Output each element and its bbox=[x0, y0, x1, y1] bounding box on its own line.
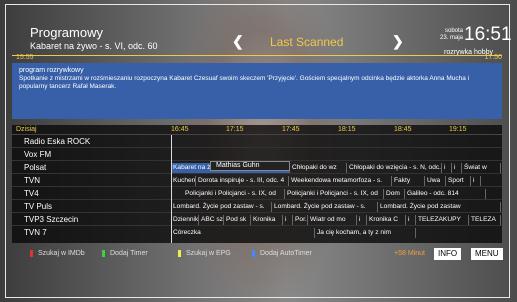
program-cell[interactable]: Policjanki i Policjanci - s. IX, od bbox=[184, 189, 285, 199]
channel-row[interactable]: TVN 7 Córeczka Ja cię kocham, a ty z nim bbox=[12, 227, 502, 239]
header: Programowy Kabaret na żywo - s. VI, odc.… bbox=[6, 5, 512, 61]
channel-row[interactable]: Vox FM bbox=[12, 149, 502, 161]
program-cell[interactable]: TELEZA bbox=[470, 215, 501, 225]
time-header: Dzisiaj 16:45 17:15 17:45 18:15 18:45 19… bbox=[12, 125, 502, 135]
program-cell[interactable]: Pod sk bbox=[225, 215, 251, 225]
program-cell[interactable]: Kronika C bbox=[368, 215, 406, 225]
program-cell[interactable]: Fakty bbox=[393, 176, 425, 186]
program-cell[interactable]: Por. bbox=[294, 215, 308, 225]
program-cell[interactable]: Dorota inspiruje - s. III, odc. 4 bbox=[197, 176, 289, 186]
start-time: 15:55 bbox=[16, 54, 34, 61]
channel-row[interactable]: TVN Kuchen Dorota inspiruje - s. III, od… bbox=[12, 175, 502, 187]
end-time: 17:50 bbox=[484, 54, 502, 61]
program-cell[interactable]: i bbox=[358, 215, 367, 225]
program-cell[interactable]: Policjanki i Policjanci - s. IX, od bbox=[286, 189, 384, 199]
program-cell[interactable]: i bbox=[453, 163, 462, 173]
channel-row[interactable]: Radio Eska ROCK bbox=[12, 136, 502, 148]
tooltip: Mathias Guhn bbox=[210, 161, 290, 171]
program-cell[interactable]: Ja cię kocham, a ty z nim bbox=[316, 228, 416, 238]
channel-name: TV4 bbox=[24, 189, 39, 198]
time-tick: 18:15 bbox=[338, 126, 356, 133]
channel-row[interactable]: TVP3 Szczecin Dziennik ABC sz Pod sk Kro… bbox=[12, 214, 502, 226]
program-cell[interactable]: Chłopaki do wzięcia - s. N, odc. bbox=[348, 163, 442, 173]
channel-name: Vox FM bbox=[24, 150, 52, 159]
channel-name: TV Puls bbox=[24, 202, 53, 211]
program-cell[interactable]: i bbox=[284, 215, 293, 225]
program-cell[interactable]: Wiatr od mo bbox=[309, 215, 357, 225]
program-cell[interactable]: Galileo - odc. 814 bbox=[406, 189, 486, 199]
program-cell[interactable]: Chłopaki do wz bbox=[291, 163, 347, 173]
program-cell[interactable]: Uwa bbox=[426, 176, 446, 186]
screen: Programowy Kabaret na żywo - s. VI, odc.… bbox=[0, 0, 517, 302]
epg-grid: Dzisiaj 16:45 17:15 17:45 18:15 18:45 19… bbox=[12, 125, 502, 243]
channel-row[interactable]: TV4 Policjanki i Policjanci - s. IX, od … bbox=[12, 188, 502, 200]
yellow-key-label[interactable]: Szukaj w EPG bbox=[178, 250, 231, 257]
current-time-line bbox=[171, 135, 172, 243]
description-text: Spotkanie z mistrzami w rozśmieszaniu ro… bbox=[19, 75, 470, 90]
program-cell[interactable]: Lombard. Życie pod zastaw - s. bbox=[273, 202, 378, 212]
clock: 16:51 bbox=[464, 24, 512, 45]
program-cell[interactable]: Dom bbox=[385, 189, 405, 199]
description-category: program rozrywkowy bbox=[19, 67, 84, 74]
program-cell[interactable]: Świat w bbox=[463, 163, 501, 173]
program-title: Programowy bbox=[30, 25, 103, 40]
program-cell[interactable]: TELEZAKUPY bbox=[417, 215, 469, 225]
time-tick: 17:15 bbox=[226, 126, 244, 133]
nav-prev-arrow-icon[interactable]: ❮ bbox=[232, 33, 244, 50]
info-button[interactable]: INFO bbox=[434, 248, 462, 260]
time-tick: 19:15 bbox=[449, 126, 467, 133]
description-panel: program rozrywkowy Spotkanie z mistrzami… bbox=[12, 63, 502, 119]
menu-button[interactable]: MENU bbox=[471, 248, 503, 260]
channel-name: TVP3 Szczecin bbox=[24, 215, 79, 224]
channel-name: TVN bbox=[24, 176, 40, 185]
channel-name: TVN 7 bbox=[24, 228, 47, 237]
program-cell[interactable]: i bbox=[443, 163, 452, 173]
program-cell[interactable]: Sport bbox=[447, 176, 471, 186]
program-cell[interactable]: i bbox=[472, 176, 481, 186]
program-cell[interactable]: ABC sz bbox=[200, 215, 224, 225]
channel-name: Radio Eska ROCK bbox=[24, 137, 91, 146]
time-tick: 17:45 bbox=[282, 126, 300, 133]
program-cell[interactable]: Kronika bbox=[252, 215, 283, 225]
progress-timeline: 15:55 17:50 bbox=[12, 54, 502, 62]
channel-name: Polsat bbox=[24, 163, 47, 172]
mode-title: Last Scanned bbox=[270, 35, 344, 49]
program-cell[interactable]: Kuchen bbox=[172, 176, 196, 186]
program-subtitle: Kabaret na żywo - s. VI, odc. 60 bbox=[30, 41, 158, 51]
time-tick: 18:45 bbox=[394, 126, 412, 133]
program-cell[interactable]: i bbox=[407, 215, 416, 225]
program-cell[interactable]: Lombard. Życie pod zastaw bbox=[379, 202, 501, 212]
program-cell[interactable]: Córeczka bbox=[172, 228, 315, 238]
time-tick: 16:45 bbox=[171, 126, 189, 133]
program-cell[interactable]: Weekendowa metamorfoza - s. bbox=[290, 176, 392, 186]
footer: Szukaj w IMDb Dodaj Timer Szukaj w EPG D… bbox=[6, 246, 509, 266]
green-key-label[interactable]: Dodaj Timer bbox=[102, 250, 148, 257]
nav-next-arrow-icon[interactable]: ❯ bbox=[392, 33, 404, 50]
today-label: Dzisiaj bbox=[16, 126, 37, 133]
program-cell[interactable]: Lombard. Życie pod zastaw - s. bbox=[172, 202, 272, 212]
blue-key-label[interactable]: Dodaj AutoTimer bbox=[252, 250, 312, 257]
channel-row[interactable]: TV Puls Lombard. Życie pod zastaw - s. L… bbox=[12, 201, 502, 213]
minutes-label: +58 Minut bbox=[394, 250, 425, 257]
red-key-label[interactable]: Szukaj w IMDb bbox=[30, 250, 85, 257]
date: sobota 23. maja bbox=[440, 28, 464, 41]
program-cell[interactable]: Dziennik bbox=[172, 215, 199, 225]
